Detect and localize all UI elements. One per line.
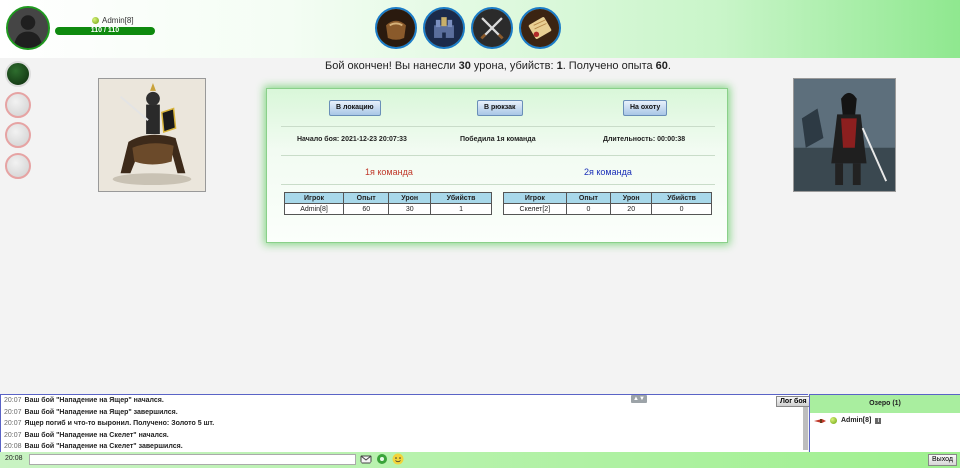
castle-icon[interactable] [423, 7, 465, 49]
table-header-row: Игрок Опыт Урон Убийств [503, 192, 712, 204]
room-panel: Озеро (1) Admin[8] i [809, 394, 960, 452]
battle-summary-panel: В локацию В рюкзак На охоту Начало боя: … [266, 88, 728, 243]
stat-cell: 30 [388, 203, 432, 215]
chat-message: Ваш бой "Нападение на Ящер" начался. [24, 397, 164, 404]
chat-time[interactable]: 20:07 [4, 420, 22, 427]
room-user-entry[interactable]: Admin[8] i [810, 413, 960, 428]
player-name[interactable]: Admin[8] [92, 16, 134, 25]
chat-line: 20:07 Ваш бой "Нападение на Ящер" заверши… [1, 407, 808, 419]
scroll-icon[interactable] [519, 7, 561, 49]
online-status-icon [92, 17, 99, 24]
info-icon[interactable]: i [875, 417, 882, 424]
column-header: Урон [610, 192, 653, 204]
chat-line: 20:07 Ваш бой "Нападение на Скелет" начал… [1, 430, 808, 442]
battle-winner: Победила 1я команда [460, 136, 536, 143]
player-cell[interactable]: Admin[8] [283, 203, 345, 215]
chat-time[interactable]: 20:07 [4, 397, 22, 404]
online-status-icon [830, 417, 837, 424]
divider [281, 155, 715, 156]
column-header: Убийств [651, 192, 712, 204]
chat-scrollbar[interactable] [803, 406, 808, 450]
inventory-bag-icon[interactable] [375, 7, 417, 49]
team2-title: 2я команда [584, 167, 632, 177]
team1-stats-table: Игрок Опыт Урон Убийств Admin[8] 60 30 1 [283, 192, 492, 215]
stat-cell: 1 [430, 203, 492, 215]
player-portrait [98, 78, 206, 192]
empty-slot[interactable] [5, 92, 31, 118]
divider [281, 184, 715, 185]
gear-icon[interactable] [376, 453, 388, 465]
team2-stats-table: Игрок Опыт Урон Убийств Скелет[2] 0 20 0 [503, 192, 712, 215]
silhouette-icon [8, 8, 48, 48]
battle-result-message: Бой окончен! Вы нанесли 30 урона, убийст… [325, 60, 671, 72]
bottom-bar: 20:08 Выход [0, 452, 960, 468]
resize-arrows-icon[interactable]: ▲▼ [631, 395, 647, 403]
battle-duration: Длительность: 00:00:38 [603, 136, 686, 143]
player-cell[interactable]: Скелет[2] [503, 203, 567, 215]
column-header: Урон [388, 192, 432, 204]
enemy-portrait [793, 78, 896, 192]
table-row: Admin[8] 60 30 1 [283, 203, 492, 215]
column-header: Игрок [503, 192, 567, 204]
to-location-button[interactable]: В локацию [329, 100, 381, 116]
empty-slot[interactable] [5, 153, 31, 179]
stat-cell: 0 [651, 203, 712, 215]
stat-cell: 0 [565, 203, 612, 215]
chat-line: 20:07 Ящер погиб и что-то выронил. Получе… [1, 418, 808, 430]
column-header: Опыт [343, 192, 390, 204]
chat-input[interactable] [29, 454, 356, 465]
attack-icon[interactable] [814, 418, 826, 424]
table-row: Скелет[2] 0 20 0 [503, 203, 712, 215]
chat-message: Ваш бой "Нападение на Скелет" завершился… [24, 443, 183, 450]
chat-time[interactable]: 20:08 [4, 443, 22, 450]
hp-bar: 110 / 110 [55, 27, 155, 35]
chat-message: Ваш бой "Нападение на Скелет" начался. [24, 431, 169, 439]
chat-line: 20:07 Ваш бой "Нападение на Ящер" начался… [1, 395, 808, 407]
chat-line: 20:08 Ваш бой "Нападение на Скелет" завер… [1, 441, 808, 453]
crossed-swords-icon[interactable] [471, 7, 513, 49]
battle-start-time: Начало боя: 2021-12-23 20:07:33 [297, 136, 407, 143]
chat-message: Ваш бой "Нападение на Ящер" завершился. [24, 408, 178, 416]
clock: 20:08 [5, 455, 23, 462]
chat-message: Ящер погиб и что-то выронил. Получено: З… [24, 420, 215, 427]
column-header: Игрок [283, 192, 345, 204]
go-hunting-button[interactable]: На охоту [623, 100, 668, 116]
top-bar: Admin[8] 110 / 110 [0, 0, 960, 58]
battle-log-button[interactable]: Лог боя [776, 396, 811, 407]
column-header: Опыт [565, 192, 612, 204]
team1-title: 1я команда [365, 167, 413, 177]
player-avatar[interactable] [6, 6, 50, 50]
room-title: Озеро (1) [810, 395, 960, 413]
empty-slot[interactable] [5, 122, 31, 148]
chat-log[interactable]: 20:07 Ваш бой "Нападение на Ящер" начался… [0, 394, 808, 452]
to-backpack-button[interactable]: В рюкзак [477, 100, 523, 116]
table-header-row: Игрок Опыт Урон Убийств [283, 192, 492, 204]
top-nav [375, 7, 561, 49]
envelope-icon[interactable] [360, 453, 372, 465]
stat-cell: 20 [610, 203, 653, 215]
chat-time[interactable]: 20:07 [4, 409, 22, 416]
exit-button[interactable]: Выход [928, 454, 957, 466]
column-header: Убийств [430, 192, 492, 204]
chat-time[interactable]: 20:07 [4, 432, 22, 439]
smiley-icon[interactable] [392, 453, 404, 465]
stat-cell: 60 [343, 203, 390, 215]
divider [281, 126, 715, 127]
